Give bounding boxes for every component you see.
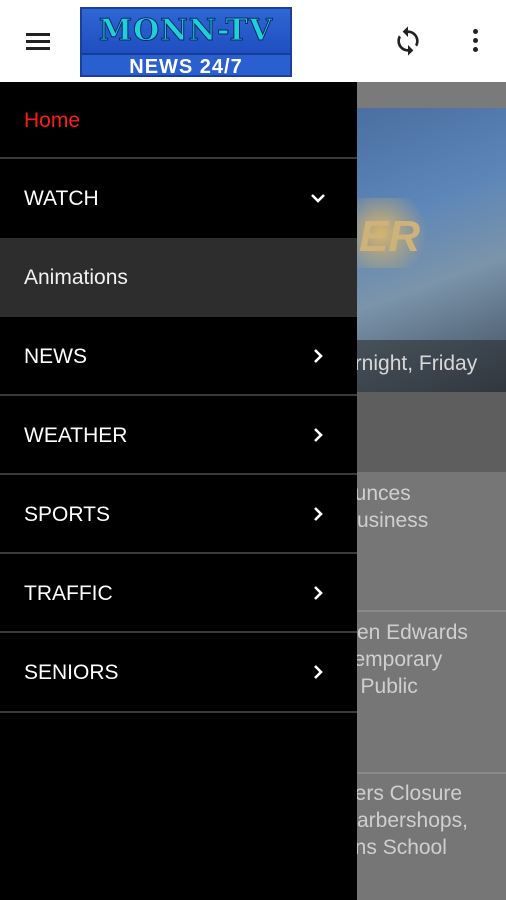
app-bar: MONN-TV NEWS 24/7 <box>0 0 506 82</box>
article-line: ounces <box>357 482 411 505</box>
article-line: 9 Public <box>357 675 418 698</box>
article-line: Barbershops, <box>357 809 468 832</box>
article-line: ens School <box>357 836 447 859</box>
monn-tv-logo[interactable]: MONN-TV NEWS 24/7 <box>80 7 292 77</box>
hero-caption: ernight, Friday <box>357 352 478 375</box>
more-options-icon[interactable] <box>466 26 486 56</box>
drawer-item-seniors[interactable]: SENIORS <box>0 633 357 712</box>
drawer-item-traffic[interactable]: TRAFFIC <box>0 554 357 633</box>
drawer-item-animations[interactable]: Animations <box>0 238 357 317</box>
drawer-item-label: TRAFFIC <box>24 582 113 605</box>
hamburger-menu-icon[interactable] <box>22 27 58 57</box>
drawer-item-label: SENIORS <box>24 661 119 684</box>
divider <box>0 711 357 713</box>
chevron-right-icon <box>314 507 323 521</box>
article-line: rren Edwards <box>357 621 468 644</box>
logo-title: MONN-TV <box>98 13 274 49</box>
chevron-right-icon <box>314 428 323 442</box>
article-card[interactable]: ders Closure Barbershops, ens School <box>357 774 506 900</box>
drawer-item-weather[interactable]: WEATHER <box>0 396 357 475</box>
chevron-right-icon <box>314 349 323 363</box>
section-strip <box>357 392 506 472</box>
drawer-item-label: Home <box>24 109 81 132</box>
drawer-item-watch[interactable]: WATCH <box>0 159 357 238</box>
hero-video-thumbnail[interactable]: ER ernight, Friday <box>357 108 506 392</box>
article-line: Temporary <box>357 648 443 671</box>
drawer-item-news[interactable]: NEWS <box>0 317 357 396</box>
drawer-item-label: Animations <box>24 266 128 289</box>
article-line: Business <box>357 509 429 532</box>
drawer-item-home[interactable]: Home <box>0 82 357 161</box>
chevron-right-icon <box>314 586 323 600</box>
article-card[interactable]: ounces Business <box>357 472 506 610</box>
article-card[interactable]: rren Edwards Temporary 9 Public <box>357 612 506 772</box>
drawer-item-label: SPORTS <box>24 503 110 526</box>
navigation-drawer: Home WATCH Animations NEWS WEATHER SPORT… <box>0 82 357 900</box>
drawer-item-label: WEATHER <box>24 424 128 447</box>
logo-subtitle: NEWS 24/7 <box>129 56 243 77</box>
chevron-right-icon <box>314 665 323 679</box>
drawer-item-label: NEWS <box>24 345 87 368</box>
drawer-item-label: WATCH <box>24 187 99 210</box>
drawer-item-sports[interactable]: SPORTS <box>0 475 357 554</box>
article-line: ders Closure <box>357 782 463 805</box>
refresh-icon[interactable] <box>392 25 424 57</box>
chevron-down-icon <box>311 194 325 203</box>
